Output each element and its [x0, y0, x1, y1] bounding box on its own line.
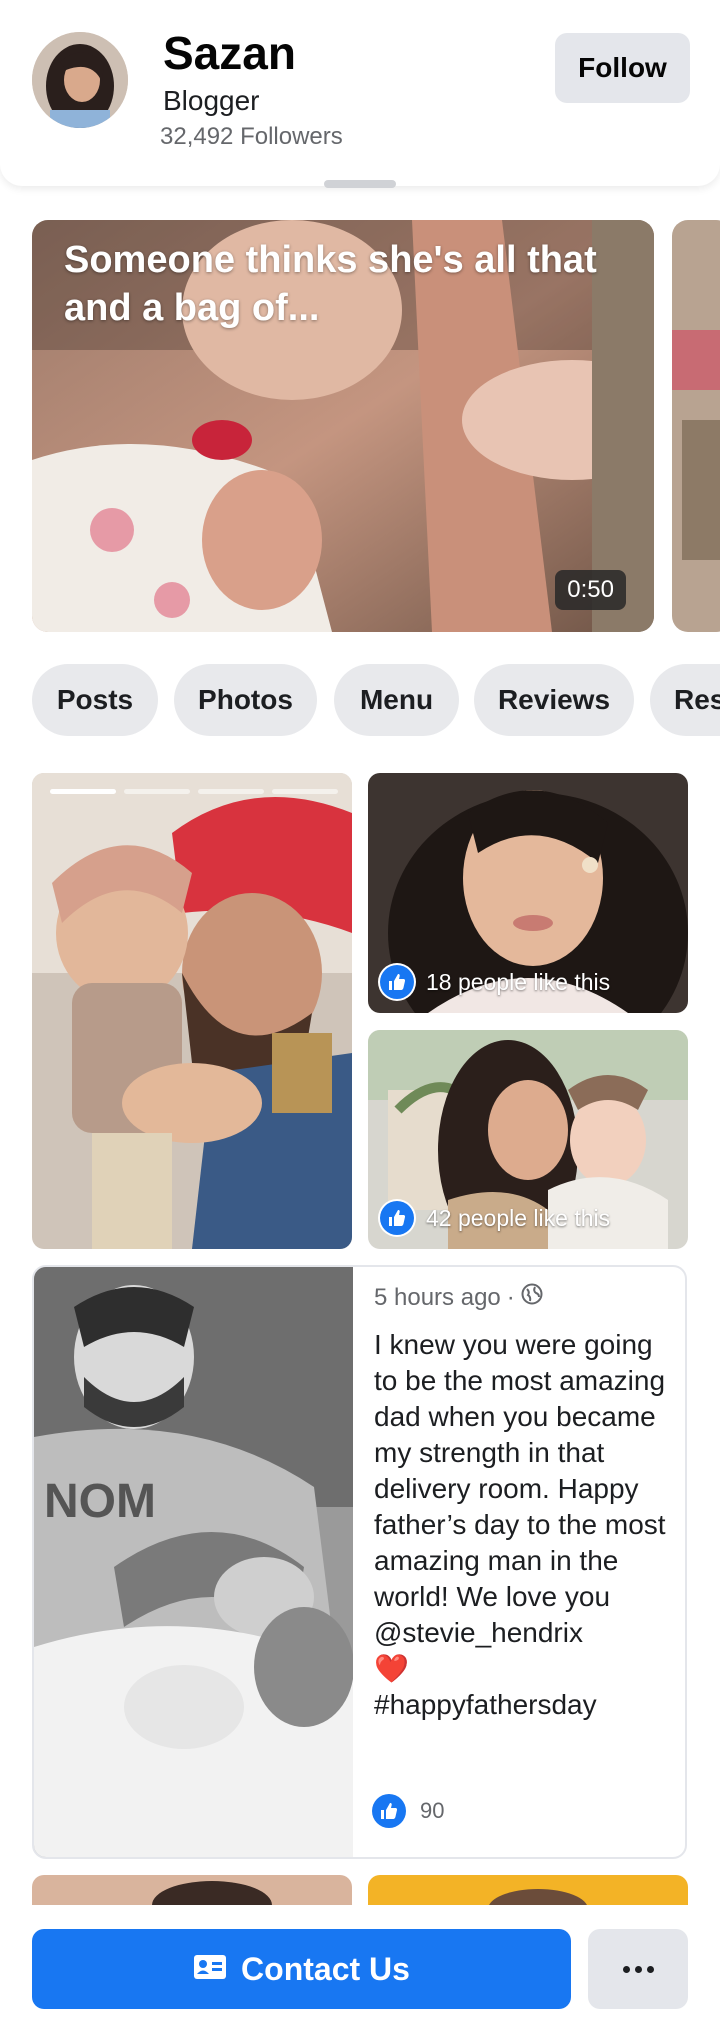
post-hashtag[interactable]: #happyfathersday [374, 1689, 597, 1720]
video-duration: 0:50 [555, 570, 626, 610]
follow-button[interactable]: Follow [555, 33, 690, 103]
more-dot-icon [646, 1965, 654, 1973]
profile-tabs: Posts Photos Menu Reviews Res [32, 664, 720, 736]
profile-page: Sazan Blogger 32,492 Followers Follow So… [0, 0, 720, 2036]
contact-us-button[interactable]: Contact Us [32, 1929, 571, 2009]
post-timestamp[interactable]: 5 hours ago [374, 1284, 501, 1312]
like-text: 42 people like this [426, 1204, 611, 1231]
meta-separator: · [506, 1283, 515, 1311]
like-icon [380, 1201, 414, 1235]
like-count: 90 [420, 1798, 445, 1823]
globe-icon [521, 1283, 543, 1312]
post-photo[interactable]: NOM [34, 1267, 354, 1857]
heart-emoji: ❤️ [374, 1653, 409, 1684]
profile-category: Blogger [163, 85, 260, 116]
next-video-thumbnail [672, 220, 720, 632]
post-card[interactable]: NOM 5 hours ago · I knew you were going … [32, 1265, 687, 1859]
story-progress-bar [272, 789, 338, 794]
like-icon [372, 1794, 406, 1828]
avatar[interactable] [32, 32, 128, 128]
tab-menu[interactable]: Menu [334, 664, 459, 736]
more-options-button[interactable] [588, 1929, 688, 2009]
post-text: I knew you were going to be the most ama… [374, 1327, 672, 1723]
post-likes[interactable]: 90 [372, 1794, 444, 1828]
story-progress-bar [124, 789, 190, 794]
photo-mother-baby[interactable]: 42 people like this [368, 1030, 688, 1249]
post-body: I knew you were going to be the most ama… [374, 1329, 666, 1648]
bottom-action-bar: Contact Us [0, 1905, 720, 2036]
profile-header: Sazan Blogger 32,492 Followers Follow [0, 0, 720, 188]
drag-handle[interactable] [324, 180, 396, 188]
story-progress-bar [50, 789, 116, 794]
story-image [32, 773, 352, 1249]
video-title: Someone thinks she's all that and a bag … [64, 239, 597, 329]
contact-us-label: Contact Us [241, 1950, 410, 1987]
more-dot-icon [634, 1965, 642, 1973]
photo-like-summary[interactable]: 42 people like this [380, 1201, 610, 1235]
post-image: NOM [34, 1267, 354, 1857]
photo-selfie[interactable]: 18 people like this [368, 773, 688, 1013]
post-meta: 5 hours ago · [374, 1283, 543, 1312]
like-text: 18 people like this [426, 968, 611, 995]
contact-card-icon [193, 1951, 227, 1988]
tab-more[interactable]: Res [650, 664, 720, 736]
tab-reviews[interactable]: Reviews [474, 664, 634, 736]
followers-count[interactable]: 32,492 Followers [160, 123, 343, 151]
next-video-card[interactable] [672, 220, 720, 632]
tab-photos[interactable]: Photos [174, 664, 317, 736]
photo-like-summary[interactable]: 18 people like this [380, 965, 610, 999]
story-progress [50, 789, 338, 794]
video-card[interactable]: Someone thinks she's all that and a bag … [32, 220, 654, 632]
story-photo[interactable] [32, 773, 352, 1249]
story-progress-bar [198, 789, 264, 794]
like-icon [380, 965, 414, 999]
tab-posts[interactable]: Posts [32, 664, 158, 736]
profile-name: Sazan [163, 27, 296, 79]
svg-text:NOM: NOM [44, 1475, 156, 1528]
more-dot-icon [622, 1965, 630, 1973]
